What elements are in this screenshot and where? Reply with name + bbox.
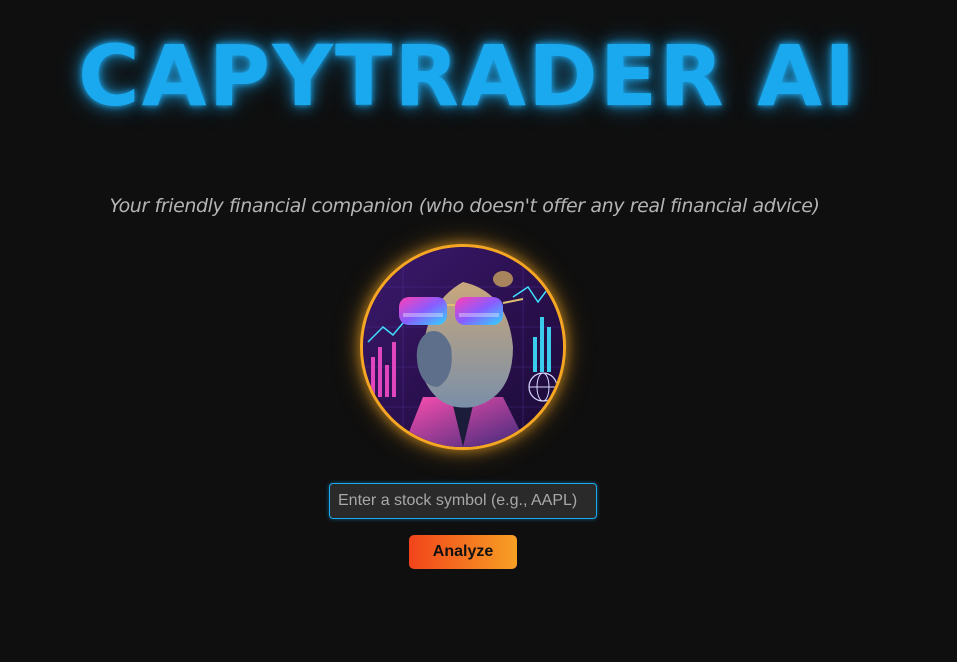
app-title: CAPYTRADER AI — [78, 27, 858, 125]
tagline: Your friendly financial companion (who d… — [109, 195, 820, 217]
stock-symbol-input[interactable] — [329, 483, 597, 519]
analyze-button[interactable]: Analyze — [409, 535, 517, 569]
capybara-illustration — [363, 247, 563, 447]
app-page: CAPYTRADER AI Your friendly financial co… — [0, 0, 957, 662]
capybara-avatar-image — [360, 244, 566, 450]
